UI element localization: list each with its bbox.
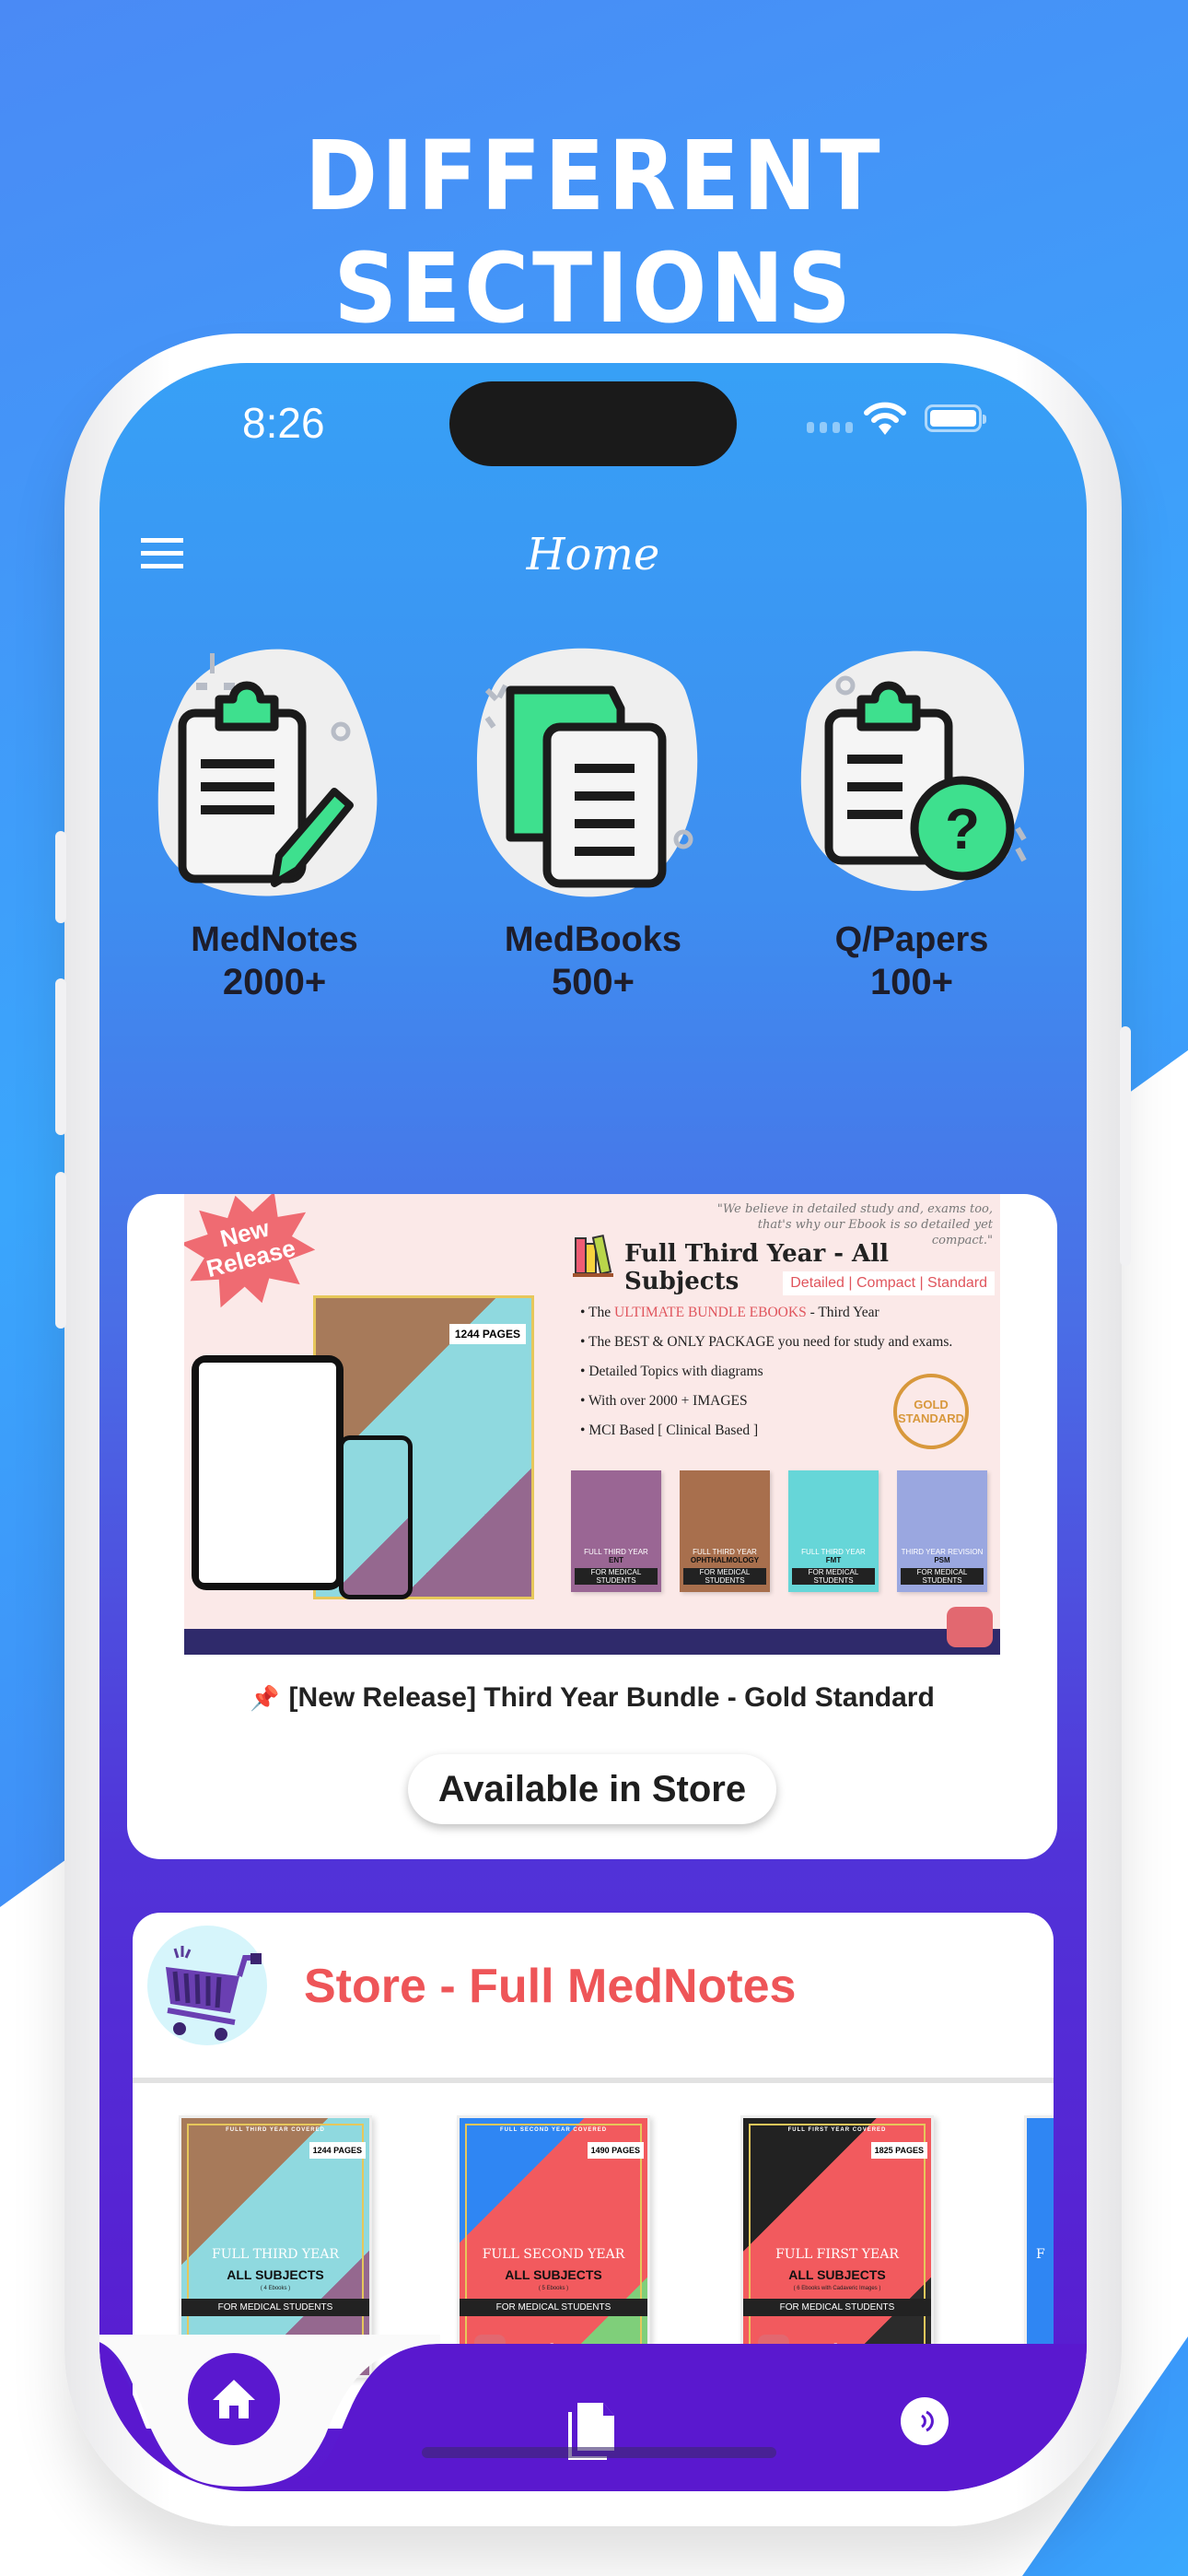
gold-standard-seal: GOLD STANDARD: [893, 1374, 969, 1449]
category-count: 500+: [551, 962, 635, 1002]
caption-text: [New Release] Third Year Bundle - Gold S…: [288, 1682, 935, 1713]
promo-headline: DIFFERENT SECTIONS: [304, 120, 884, 345]
svg-text:?: ?: [945, 798, 980, 861]
product-covered: FULL FIRST YEAR COVERED: [787, 2127, 887, 2133]
category-label: Q/Papers: [834, 920, 989, 959]
product-strip: FOR MEDICAL STUDENTS: [181, 2299, 369, 2316]
category-section: MedNotes 2000+ MedBooks 500+ ? Q/Papers …: [99, 635, 1087, 1022]
category-count: 2000+: [222, 962, 327, 1002]
product-note: ( 5 Ebooks ): [538, 2286, 569, 2291]
product-strip: FOR MEDICAL STUDENTS: [743, 2299, 931, 2316]
wifi-icon: [864, 402, 906, 435]
product-note: ( 6 Ebooks with Cadaveric Images ): [793, 2286, 881, 2291]
banner-footer-strip: [184, 1629, 1000, 1655]
nav-home-button[interactable]: [188, 2353, 280, 2445]
promo-banner-image[interactable]: New Release "We believe in detailed stud…: [184, 1194, 1000, 1655]
cellular-signal-icon: [807, 422, 853, 433]
clipboard-question-icon: ?: [783, 635, 1041, 902]
product-title: FULL FIRST YEAR: [775, 2247, 899, 2262]
category-qpapers[interactable]: ? Q/Papers 100+: [774, 635, 1050, 1003]
banner-caption: 📌 [New Release] Third Year Bundle - Gold …: [127, 1682, 1057, 1714]
dynamic-island: [449, 381, 737, 466]
store-title: Store - Full MedNotes: [304, 1960, 797, 2013]
page-title: Home: [526, 529, 660, 580]
phone-power-button: [1120, 1026, 1131, 1266]
available-in-store-button[interactable]: Available in Store: [408, 1754, 776, 1824]
category-medbooks[interactable]: MedBooks 500+: [455, 635, 731, 1003]
product-title: F: [1036, 2247, 1045, 2262]
subject-cover: FULL THIRD YEAR ENT FOR MEDICAL STUDENTS: [571, 1470, 661, 1592]
banner-features: The ULTIMATE BUNDLE EBOOKS - Third Year …: [580, 1305, 952, 1452]
product-pages: 1244 PAGES: [309, 2142, 366, 2159]
product-subtitle: ALL SUBJECTS: [227, 2267, 324, 2282]
mednotes-logo: [947, 1607, 993, 1647]
product-pages: 1490 PAGES: [587, 2142, 644, 2159]
banner-feature: Detailed Topics with diagrams: [580, 1364, 952, 1380]
subject-cover: FULL THIRD YEAR FMT FOR MEDICAL STUDENTS: [788, 1470, 879, 1592]
home-indicator: [422, 2447, 776, 2458]
page-count: 1244 PAGES: [448, 1324, 526, 1344]
product-subtitle: ALL SUBJECTS: [505, 2267, 602, 2282]
documents-icon: [464, 635, 722, 902]
product-subtitle: ALL SUBJECTS: [788, 2267, 886, 2282]
subject-covers: FULL THIRD YEAR ENT FOR MEDICAL STUDENTS …: [571, 1470, 987, 1592]
phone-volume-down-button: [55, 1172, 66, 1329]
banner-feature: The ULTIMATE BUNDLE EBOOKS - Third Year: [580, 1305, 952, 1321]
product-note: ( 4 Ebooks ): [260, 2286, 291, 2291]
product-pages: 1825 PAGES: [870, 2142, 927, 2159]
product-title: FULL SECOND YEAR: [482, 2247, 625, 2262]
banner-subtitle: Detailed | Compact | Standard: [783, 1271, 995, 1295]
banner-feature: The BEST & ONLY PACKAGE you need for stu…: [580, 1334, 952, 1351]
shopping-cart-icon: [147, 1926, 267, 2045]
app-screen: 8:26 Home MedNotes 2000+ MedBooks 500+ ?…: [99, 363, 1087, 2491]
battery-icon: [925, 404, 986, 432]
new-release-badge: New Release: [184, 1194, 324, 1318]
clipboard-pencil-icon: [146, 635, 403, 902]
tablet-mockup: [192, 1355, 344, 1590]
product-strip: FOR MEDICAL STUDENTS: [460, 2299, 647, 2316]
phone-side-button: [55, 831, 66, 923]
product-covered: FULL THIRD YEAR COVERED: [226, 2127, 325, 2133]
product-title: FULL THIRD YEAR: [212, 2247, 339, 2262]
category-mednotes[interactable]: MedNotes 2000+: [136, 635, 413, 1003]
home-icon: [213, 2380, 255, 2418]
category-label: MedNotes: [191, 920, 358, 959]
bottom-navigation: [99, 2335, 1087, 2491]
app-bar: Home: [99, 520, 1087, 603]
status-bar: 8:26: [99, 363, 1087, 492]
category-count: 100+: [869, 962, 954, 1002]
podcast-icon[interactable]: [901, 2397, 949, 2445]
phone-mockup: [339, 1435, 413, 1599]
subject-cover: FULL THIRD YEAR OPHTHALMOLOGY FOR MEDICAL…: [680, 1470, 770, 1592]
category-label: MedBooks: [504, 920, 682, 959]
store-header[interactable]: Store - Full MedNotes: [133, 1913, 1054, 2083]
subject-cover: THIRD YEAR REVISION PSM FOR MEDICAL STUDE…: [897, 1470, 987, 1592]
new-release-card[interactable]: New Release "We believe in detailed stud…: [127, 1194, 1057, 1859]
phone-volume-up-button: [55, 978, 66, 1135]
phone-frame: 8:26 Home MedNotes 2000+ MedBooks 500+ ?…: [55, 334, 1131, 2526]
product-covered: FULL SECOND YEAR COVERED: [499, 2127, 608, 2133]
status-time: 8:26: [242, 399, 325, 447]
books-icon: [573, 1235, 613, 1277]
pushpin-icon: 📌: [250, 1684, 280, 1712]
